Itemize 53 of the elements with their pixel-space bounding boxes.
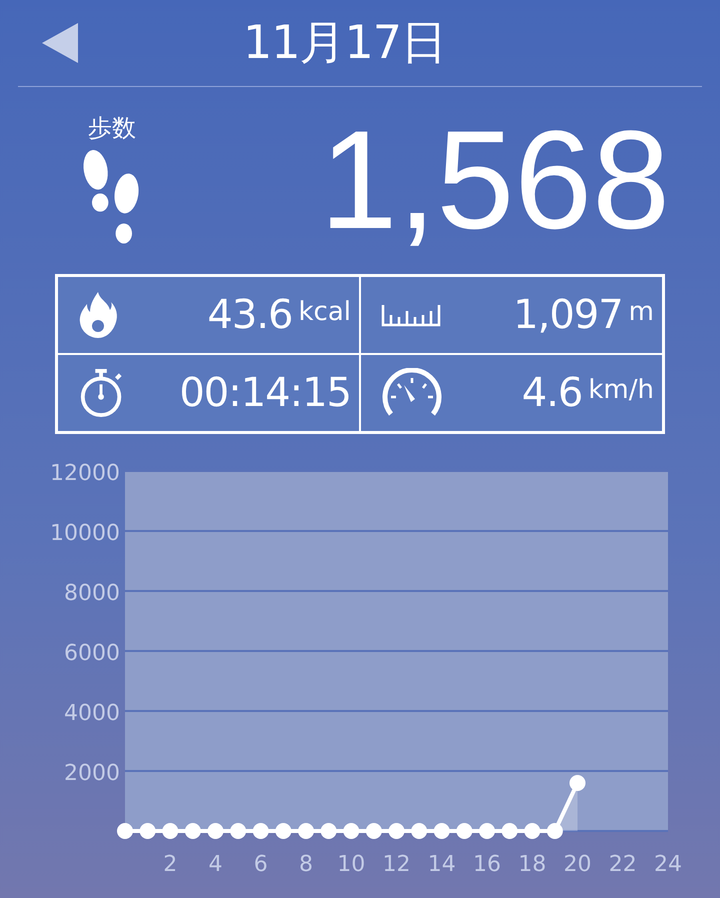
data-point [230, 823, 246, 839]
data-point [434, 823, 450, 839]
back-icon[interactable] [42, 23, 78, 63]
stat-unit: m [628, 297, 654, 327]
y-axis-label: 2000 [64, 761, 120, 786]
step-count: 1,568 [320, 110, 670, 250]
x-axis-label: 8 [299, 852, 313, 877]
data-point [117, 823, 133, 839]
x-axis-label: 18 [518, 852, 546, 877]
data-point [343, 823, 360, 839]
date-title: 11月17日 [243, 14, 446, 71]
data-point [298, 823, 314, 839]
stat-unit: km/h [588, 375, 654, 405]
ruler-icon [381, 303, 441, 327]
data-point [252, 823, 269, 839]
data-point [411, 823, 428, 839]
stat-value: 4.6 [522, 370, 582, 416]
steps-label: 歩数 [88, 112, 136, 144]
x-axis-label: 16 [473, 852, 501, 877]
stat-value: 00:14:15 [179, 370, 351, 416]
data-point [388, 823, 404, 839]
data-point [570, 775, 586, 791]
data-point [184, 823, 201, 839]
data-point [320, 823, 337, 839]
x-axis-label: 24 [654, 852, 682, 877]
data-point [366, 823, 382, 839]
x-axis-label: 4 [208, 852, 222, 877]
x-axis-label: 12 [382, 852, 410, 877]
data-point [140, 823, 156, 839]
y-axis-label: 12000 [50, 461, 120, 486]
flame-icon [78, 290, 118, 340]
data-point [456, 823, 472, 839]
y-axis-label: 4000 [64, 701, 120, 726]
stat-unit: kcal [298, 297, 351, 327]
x-axis-label: 10 [337, 852, 366, 877]
data-point [502, 823, 518, 839]
data-point [524, 823, 540, 839]
stat-value: 1,097 [513, 292, 623, 338]
x-axis-label: 22 [608, 852, 637, 877]
stat-value: 43.6 [207, 292, 292, 338]
speedometer-icon [381, 368, 443, 418]
data-point [275, 823, 292, 839]
data-point [546, 823, 563, 839]
data-point [162, 823, 178, 839]
x-axis-label: 6 [254, 852, 268, 877]
y-axis-label: 6000 [64, 641, 120, 666]
x-axis-label: 2 [163, 852, 178, 877]
data-point [479, 823, 495, 839]
y-axis-label: 8000 [64, 581, 120, 606]
x-axis-label: 20 [564, 852, 592, 877]
x-axis-label: 14 [428, 852, 456, 877]
data-point [208, 823, 224, 839]
y-axis-label: 10000 [50, 521, 120, 546]
